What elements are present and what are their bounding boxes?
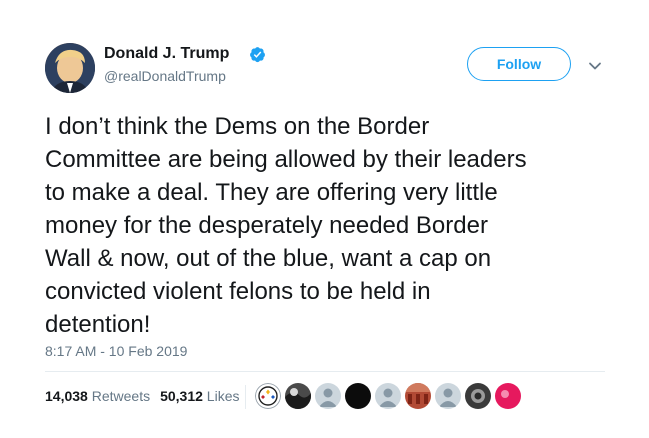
liker-avatar-steelers[interactable]	[255, 383, 281, 409]
tweet-text: I don’t think the Dems on the Border Com…	[45, 113, 527, 338]
follow-button[interactable]: Follow	[467, 47, 571, 81]
black-avatar-icon	[345, 383, 371, 409]
avatar[interactable]	[45, 43, 95, 93]
liker-avatar[interactable]	[315, 383, 341, 409]
vertical-divider	[245, 385, 246, 409]
user-handle[interactable]: @realDonaldTrump	[104, 68, 226, 84]
retweets-stat[interactable]: 14,038 Retweets	[45, 388, 150, 404]
liker-avatar[interactable]	[405, 383, 431, 409]
photo-avatar-icon	[405, 383, 431, 409]
display-name[interactable]: Donald J. Trump	[104, 45, 229, 63]
tweet-timestamp[interactable]: 8:17 AM - 10 Feb 2019	[45, 343, 187, 359]
likes-count: 50,312	[160, 388, 203, 404]
default-avatar-icon	[435, 383, 461, 409]
divider	[45, 371, 605, 372]
steelers-logo-icon	[255, 383, 281, 409]
pink-avatar-icon	[495, 383, 521, 409]
retweets-label: Retweets	[91, 388, 151, 404]
likes-stat[interactable]: 50,312 Likes	[160, 388, 239, 404]
liker-avatar[interactable]	[345, 383, 371, 409]
liker-avatar[interactable]	[435, 383, 461, 409]
default-avatar-icon	[375, 383, 401, 409]
tweet-card: Donald J. Trump @realDonaldTrump Follow …	[0, 0, 649, 438]
likes-label: Likes	[206, 388, 240, 404]
liker-avatar[interactable]	[495, 383, 521, 409]
verified-badge-icon	[250, 47, 265, 63]
profile-photo-icon	[45, 43, 95, 93]
liker-avatar[interactable]	[465, 383, 491, 409]
chevron-down-icon[interactable]	[586, 57, 604, 75]
default-avatar-icon	[315, 383, 341, 409]
photo-avatar-icon	[465, 383, 491, 409]
retweets-count: 14,038	[45, 388, 88, 404]
tweet-stats: 14,038 Retweets 50,312 Likes	[45, 388, 239, 404]
photo-avatar-icon	[285, 383, 311, 409]
liker-avatar[interactable]	[375, 383, 401, 409]
liker-avatar[interactable]	[285, 383, 311, 409]
